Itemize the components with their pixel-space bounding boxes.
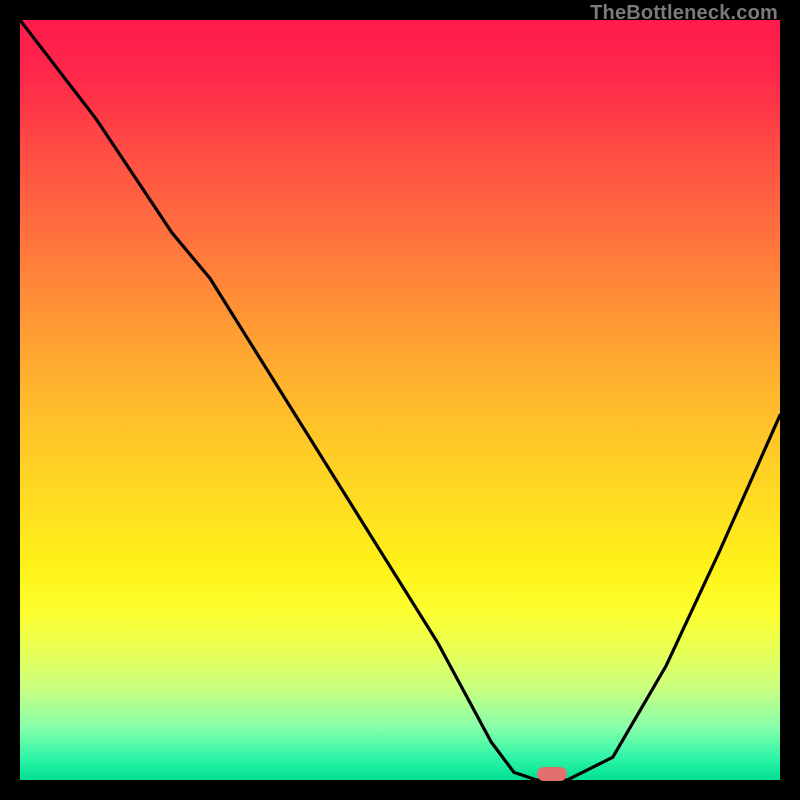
watermark-text: TheBottleneck.com: [590, 2, 778, 25]
curve-layer: [20, 20, 780, 780]
bottleneck-chart: TheBottleneck.com: [0, 0, 800, 800]
bottleneck-curve-path: [20, 20, 780, 780]
optimal-point-marker: [537, 767, 567, 781]
